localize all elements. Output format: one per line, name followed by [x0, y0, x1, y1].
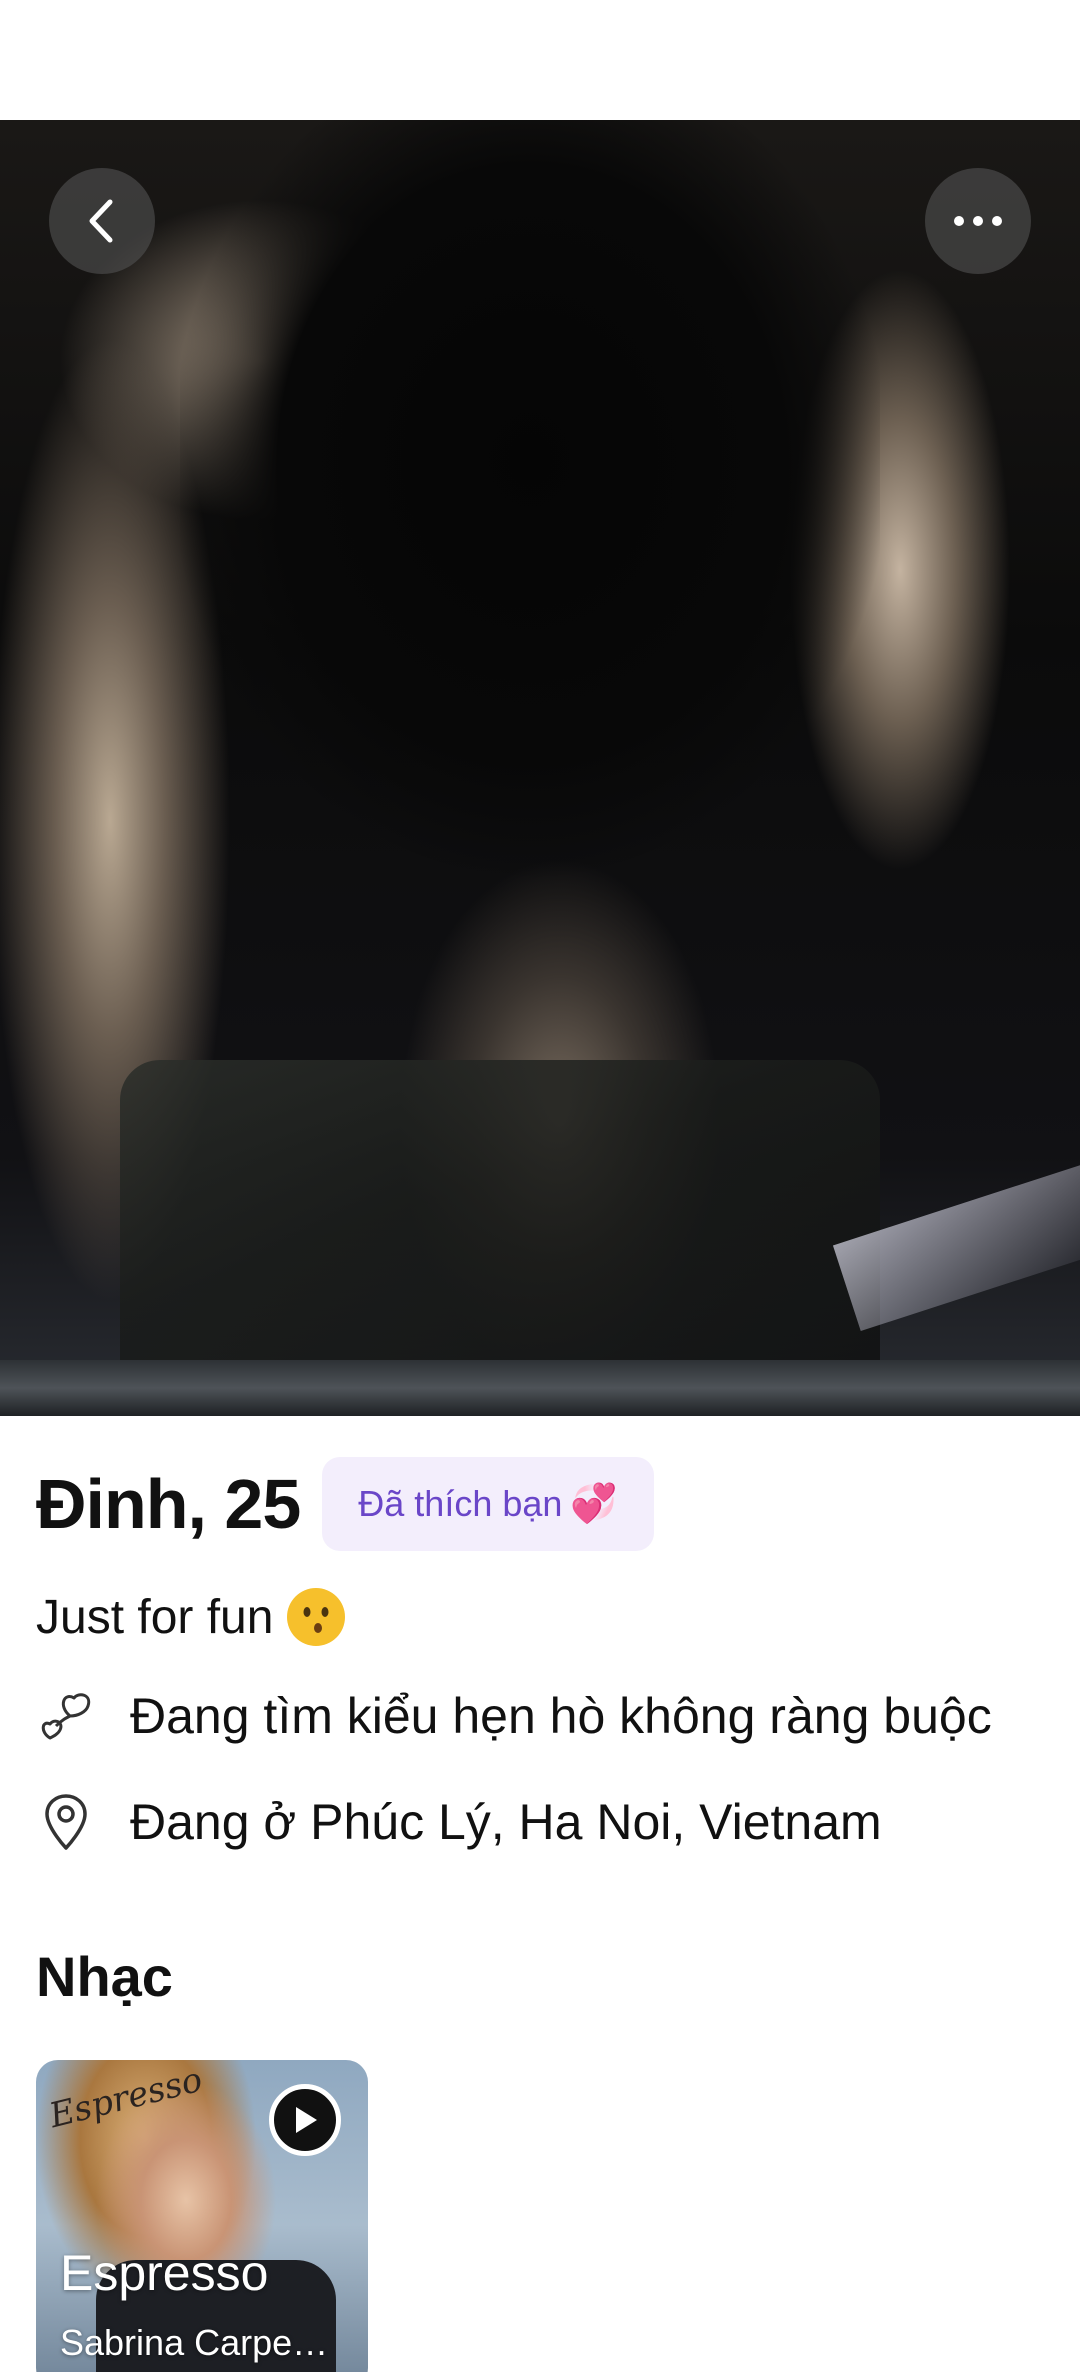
chevron-left-icon	[89, 199, 113, 243]
two-hearts-icon: 💞	[570, 1483, 618, 1525]
play-button[interactable]	[269, 2084, 341, 2156]
cover-art-script: Espresso	[45, 2060, 207, 2137]
bio: Just for fun	[36, 1588, 346, 1646]
name-age: Đinh, 25	[36, 1465, 301, 1543]
status-bar	[0, 0, 1080, 120]
looking-for-text: Đang tìm kiểu hẹn hò không ràng buộc	[130, 1688, 992, 1744]
profile-photo[interactable]	[0, 120, 1080, 1416]
bio-text: Just for fun	[36, 1590, 274, 1644]
hearts-icon	[36, 1686, 96, 1746]
music-track-card[interactable]: Espresso Espresso Sabrina Carpe…	[36, 2060, 368, 2372]
looking-for-row: Đang tìm kiểu hẹn hò không ràng buộc	[36, 1686, 992, 1746]
play-icon	[296, 2107, 317, 2133]
liked-you-badge: Đã thích bạn 💞	[322, 1457, 654, 1551]
liked-badge-label: Đã thích bạn	[358, 1483, 563, 1524]
photo-shadow	[180, 120, 880, 880]
kissing-face-icon	[287, 1588, 346, 1646]
music-section-title: Nhạc	[36, 1945, 173, 2008]
location-text: Đang ở Phúc Lý, Ha Noi, Vietnam	[130, 1794, 882, 1850]
song-artist: Sabrina Carpe…	[60, 2322, 329, 2363]
more-options-button[interactable]	[925, 168, 1031, 274]
name-row: Đinh, 25 Đã thích bạn 💞	[36, 1456, 654, 1552]
photo-rail	[0, 1360, 1080, 1416]
map-pin-icon	[36, 1792, 96, 1852]
more-horizontal-icon	[954, 216, 1002, 226]
back-button[interactable]	[49, 168, 155, 274]
location-row: Đang ở Phúc Lý, Ha Noi, Vietnam	[36, 1792, 882, 1852]
song-title: Espresso	[60, 2245, 269, 2301]
